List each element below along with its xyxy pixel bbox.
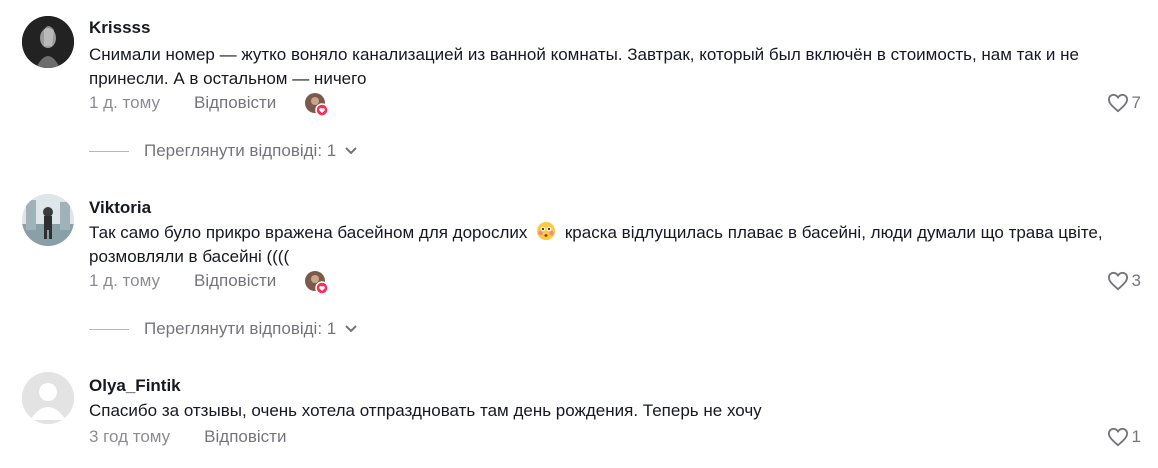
- like-count: 3: [1131, 271, 1141, 290]
- comment-meta: 3 год тому Відповісти: [89, 427, 286, 447]
- comment-meta: 1 д. тому Відповісти: [89, 271, 276, 291]
- comment-text: Спасибо за отзывы, очень хотела отпраздн…: [89, 401, 762, 420]
- view-replies-button[interactable]: Переглянути відповіді: 1: [89, 319, 358, 339]
- comment-meta: 1 д. тому Відповісти: [89, 93, 276, 113]
- heart-icon: [1107, 427, 1128, 447]
- reply-button[interactable]: Відповісти: [204, 427, 286, 447]
- avatar[interactable]: [22, 16, 74, 68]
- flushed-face-emoji-icon: [537, 222, 556, 240]
- comment-text: Снимали номер — жутко воняло канализацие…: [89, 45, 1079, 88]
- comment-text: Так само було прикро вражена басейном дл…: [89, 221, 1139, 269]
- like-button[interactable]: 3: [1107, 271, 1141, 291]
- view-replies-label: Переглянути відповіді: 1: [144, 141, 337, 160]
- divider-line: [89, 150, 129, 152]
- creator-liked-icon: [305, 93, 329, 117]
- avatar[interactable]: [22, 372, 74, 424]
- heart-icon: [1107, 93, 1128, 113]
- reply-button[interactable]: Відповісти: [194, 271, 276, 291]
- like-button[interactable]: 7: [1107, 93, 1141, 113]
- comment-timestamp: 1 д. тому: [89, 271, 160, 290]
- creator-liked-icon: [305, 271, 329, 295]
- comment-username[interactable]: Krissss: [89, 18, 150, 38]
- chevron-down-icon: [345, 147, 357, 155]
- avatar[interactable]: [22, 194, 74, 246]
- comment-username[interactable]: Olya_Fintik: [89, 376, 181, 396]
- chevron-down-icon: [345, 325, 357, 333]
- comment-text-part: Так само було прикро вражена басейном дл…: [89, 223, 528, 242]
- like-count: 1: [1131, 427, 1141, 446]
- view-replies-label: Переглянути відповіді: 1: [144, 319, 337, 338]
- like-count: 7: [1131, 93, 1141, 112]
- comment-username[interactable]: Viktoria: [89, 198, 151, 218]
- comment-timestamp: 1 д. тому: [89, 93, 160, 112]
- divider-line: [89, 328, 129, 330]
- comment-timestamp: 3 год тому: [89, 427, 171, 446]
- view-replies-button[interactable]: Переглянути відповіді: 1: [89, 141, 358, 161]
- heart-icon: [1107, 271, 1128, 291]
- reply-button[interactable]: Відповісти: [194, 93, 276, 113]
- like-button[interactable]: 1: [1107, 427, 1141, 447]
